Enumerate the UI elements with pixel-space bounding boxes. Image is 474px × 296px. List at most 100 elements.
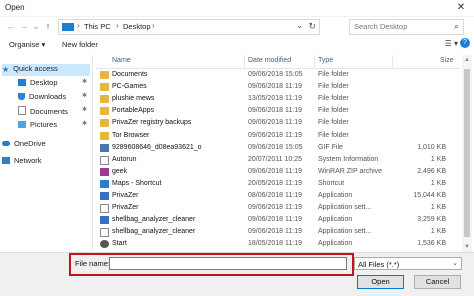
- search-input[interactable]: Search Desktop ⌕: [349, 19, 464, 35]
- nav-label: Downloads: [29, 92, 67, 101]
- vertical-scrollbar[interactable]: ▲ ▼: [462, 55, 472, 252]
- pin-icon[interactable]: ✱: [82, 106, 87, 113]
- file-type: System Information: [318, 155, 379, 163]
- new-folder-button[interactable]: New folder: [62, 40, 98, 49]
- column-divider[interactable]: [244, 55, 245, 68]
- file-type: Application: [318, 240, 353, 248]
- file-name: PrivaZer: [112, 192, 139, 199]
- breadcrumb-separator-icon: ›: [116, 21, 119, 30]
- file-row[interactable]: PrivaZer registry backups 09/06/2018 11:1…: [96, 118, 460, 130]
- nav-documents[interactable]: Documents ✱: [18, 106, 90, 118]
- pictures-icon: [18, 121, 26, 128]
- up-arrow-icon[interactable]: ↑: [43, 20, 53, 32]
- refresh-icon[interactable]: ↻: [308, 21, 316, 32]
- zip-icon: [100, 167, 109, 176]
- file-row[interactable]: PrivaZer 09/06/2018 11:19 Application sett…: [96, 203, 460, 215]
- back-arrow-icon[interactable]: ←: [6, 20, 16, 32]
- file-name: PrivaZer registry backups: [112, 119, 192, 127]
- file-name: plushie mews: [112, 95, 155, 103]
- column-divider[interactable]: [392, 55, 393, 68]
- file-row[interactable]: PC-Games 09/06/2018 11:19 File folder: [96, 82, 460, 94]
- file-row[interactable]: Autorun 20/07/2011 10:25 System Informatio…: [96, 155, 460, 167]
- file-row[interactable]: Documents 09/06/2018 15:05 File folder: [96, 70, 460, 82]
- file-date-modified: 20/05/2018 11:19: [248, 179, 302, 187]
- file-row[interactable]: shellbag_analyzer_cleaner 09/06/2018 11:1…: [96, 215, 460, 227]
- view-options-icon[interactable]: ☰ ▾: [445, 39, 458, 48]
- column-name[interactable]: Name: [112, 57, 131, 64]
- nav-quick-access[interactable]: ★ Quick access: [2, 64, 90, 76]
- file-type-select[interactable]: All Files (*.*) ⌄: [354, 257, 462, 270]
- breadcrumb-desktop[interactable]: Desktop: [123, 22, 151, 31]
- address-row: ← → ⌄ ↑ › This PC › Desktop › ⌄ ↻ Search…: [0, 17, 474, 35]
- file-name: PC-Games: [112, 83, 147, 91]
- star-icon: ★: [2, 65, 10, 74]
- settings-icon: [100, 228, 109, 238]
- file-type: File folder: [318, 71, 349, 78]
- pin-icon[interactable]: ✱: [82, 92, 87, 99]
- file-row[interactable]: geek 09/06/2018 11:19 WinRAR ZIP archive 2,…: [96, 167, 460, 179]
- file-size: 1,010 KB: [417, 143, 446, 151]
- file-row[interactable]: 9289608646_d08ea93621_o 09/06/2018 15:05 G…: [96, 143, 460, 155]
- scroll-thumb[interactable]: [464, 69, 470, 237]
- file-type: Shortcut: [318, 179, 345, 187]
- folder-icon: [100, 107, 109, 116]
- file-date-modified: 09/06/2018 11:19: [248, 228, 302, 236]
- file-size: 2,496 KB: [417, 167, 446, 175]
- column-divider[interactable]: [314, 55, 315, 68]
- scroll-up-icon[interactable]: ▲: [462, 55, 472, 65]
- command-bar: Organise ▾ New folder ☰ ▾ ?: [0, 37, 474, 53]
- file-row[interactable]: shellbag_analyzer_cleaner 09/06/2018 11:1…: [96, 227, 460, 239]
- pin-icon[interactable]: ✱: [82, 78, 87, 85]
- file-row[interactable]: Start 18/05/2018 11:19 Application 1,536 KB: [96, 239, 460, 251]
- file-date-modified: 08/06/2018 11:19: [248, 192, 302, 199]
- file-type: File folder: [318, 119, 349, 127]
- file-date-modified: 09/06/2018 15:05: [248, 143, 303, 151]
- organise-button[interactable]: Organise ▾: [9, 40, 45, 49]
- file-name: Documents: [112, 71, 148, 78]
- help-icon[interactable]: ?: [460, 38, 470, 48]
- cloud-icon: [2, 141, 10, 146]
- shortcut-icon: [100, 179, 109, 188]
- desktop-icon: [18, 79, 26, 86]
- file-name: Tor Browser: [112, 131, 150, 139]
- forward-arrow-icon[interactable]: →: [19, 20, 29, 32]
- breadcrumb-this-pc[interactable]: This PC: [84, 22, 111, 31]
- column-size[interactable]: Size: [440, 57, 454, 64]
- file-date-modified: 20/07/2011 10:25: [248, 155, 302, 163]
- close-icon[interactable]: ✕: [454, 1, 468, 15]
- file-row[interactable]: PrivaZer 08/06/2018 11:19 Application 15,04…: [96, 191, 460, 203]
- pin-icon[interactable]: ✱: [82, 120, 87, 127]
- file-name-input[interactable]: [109, 257, 347, 270]
- file-name-label: File name:: [75, 259, 111, 268]
- open-button[interactable]: Open: [357, 275, 404, 289]
- cancel-button[interactable]: Cancel: [414, 275, 461, 289]
- scroll-down-icon[interactable]: ▼: [462, 242, 472, 252]
- file-name: shellbag_analyzer_cleaner: [112, 216, 196, 224]
- nav-label: Pictures: [30, 120, 58, 129]
- column-date-modified[interactable]: Date modified: [248, 57, 291, 64]
- file-size: 1 KB: [430, 228, 446, 236]
- address-bar[interactable]: › This PC › Desktop › ⌄ ↻: [58, 19, 320, 35]
- nav-desktop[interactable]: Desktop ✱: [18, 78, 90, 90]
- file-type: File folder: [318, 83, 349, 91]
- start-icon: [100, 240, 109, 249]
- app-icon: [100, 192, 109, 200]
- file-row[interactable]: PortableApps 09/06/2018 11:19 File folder: [96, 106, 460, 118]
- column-type[interactable]: Type: [318, 57, 333, 64]
- file-type: File folder: [318, 95, 349, 103]
- recent-locations-chevron-icon[interactable]: ⌄: [31, 20, 41, 32]
- address-dropdown-icon[interactable]: ⌄: [296, 21, 303, 30]
- file-date-modified: 09/06/2018 11:19: [248, 119, 302, 127]
- file-row[interactable]: Tor Browser 09/06/2018 11:19 File folder: [96, 131, 460, 143]
- folder-icon: [100, 119, 109, 128]
- nav-label: Desktop: [30, 78, 58, 87]
- nav-downloads[interactable]: Downloads ✱: [18, 92, 90, 104]
- file-date-modified: 09/06/2018 11:19: [248, 83, 302, 91]
- file-size: 1 KB: [430, 179, 446, 187]
- nav-pictures[interactable]: Pictures ✱: [18, 120, 90, 132]
- gif-icon: [100, 143, 109, 152]
- nav-network[interactable]: Network: [2, 156, 90, 168]
- file-row[interactable]: plushie mews 13/05/2018 11:19 File folder: [96, 94, 460, 106]
- file-row[interactable]: Maps - Shortcut 20/05/2018 11:19 Shortcut 1…: [96, 179, 460, 191]
- nav-onedrive[interactable]: OneDrive: [2, 139, 90, 151]
